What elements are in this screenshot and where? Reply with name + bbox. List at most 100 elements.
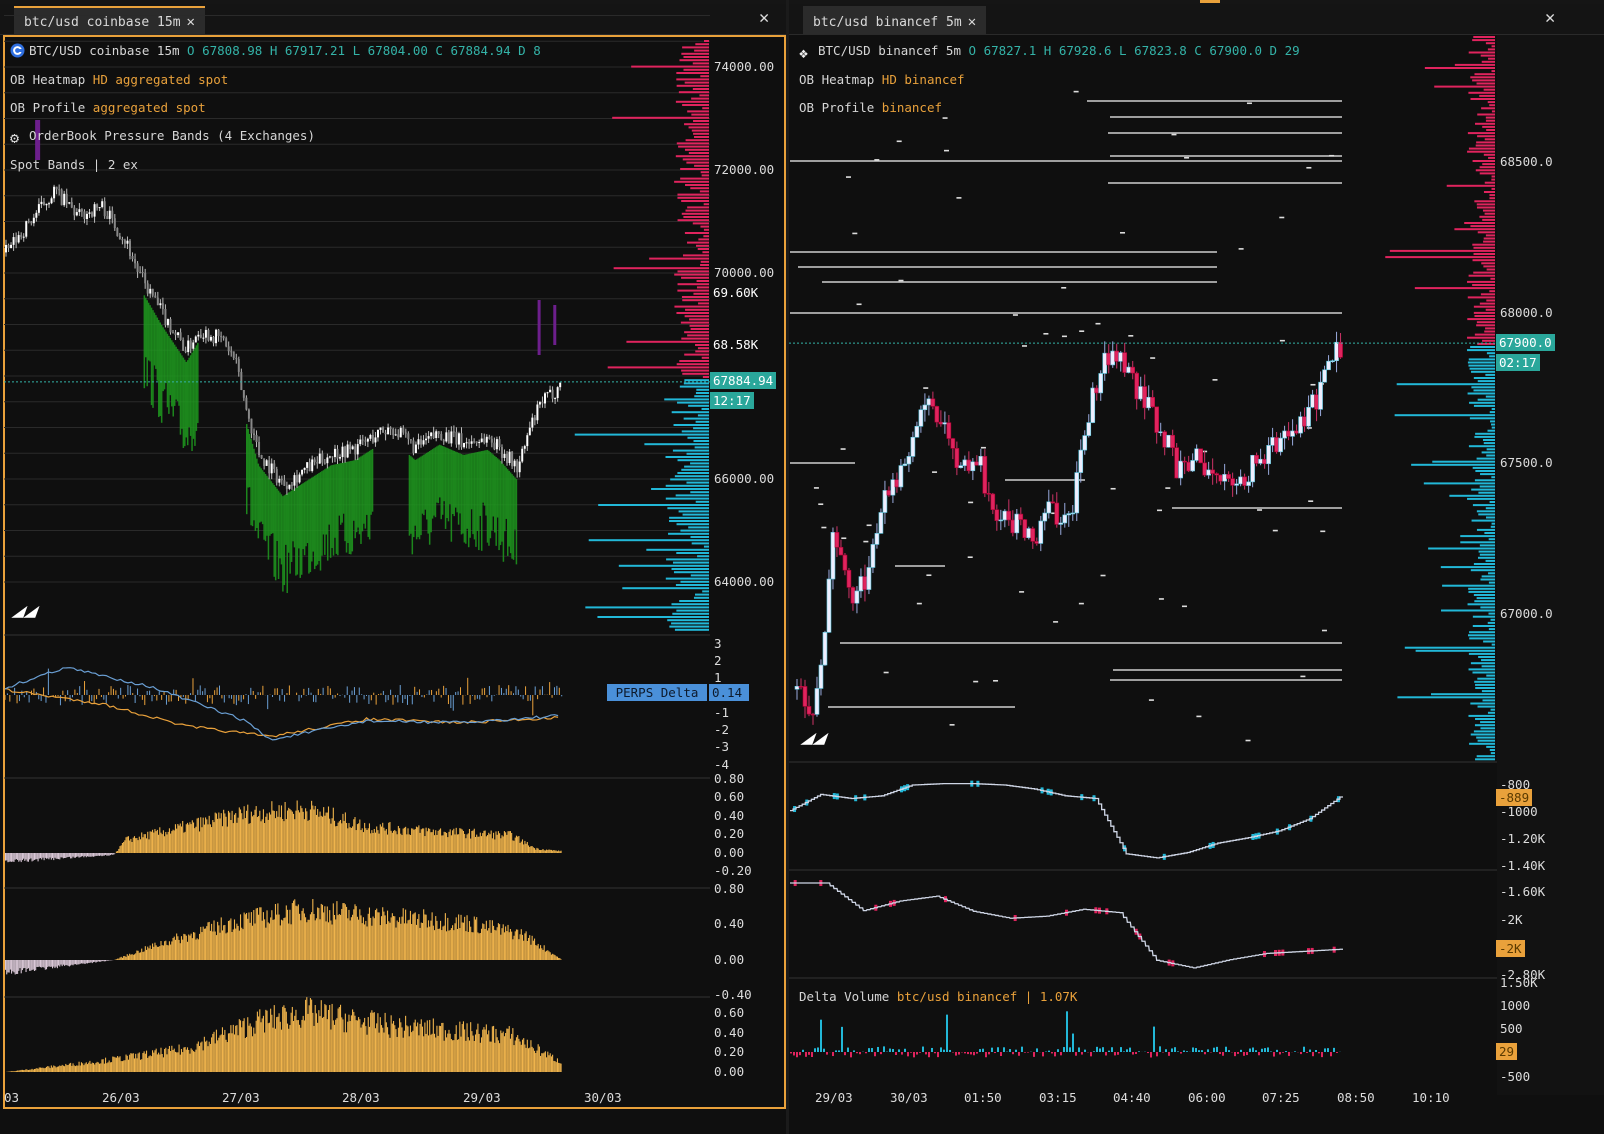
- pressure-band-bar: [504, 465, 506, 532]
- histogram-bar: [166, 834, 168, 853]
- histogram-bar: [296, 1020, 298, 1072]
- histogram-bar: [318, 1010, 320, 1072]
- histogram-bar: [558, 850, 560, 853]
- candle: [313, 459, 316, 463]
- histogram-bar: [80, 960, 83, 964]
- liquidity-dot: [973, 680, 979, 683]
- histogram-bar: [230, 1025, 232, 1072]
- orderbook-profile-bar: [1441, 609, 1495, 612]
- orderbook-profile-bar: [1491, 423, 1495, 426]
- panel-splitter[interactable]: [786, 0, 789, 1134]
- histogram-bar: [70, 960, 72, 966]
- histogram-bar: [464, 916, 466, 960]
- ob-heatmap-legend[interactable]: OB Heatmap HD aggregated spot: [10, 72, 228, 87]
- ob-heatmap-legend[interactable]: OB Heatmap HD binancef: [799, 72, 965, 87]
- histogram-bar: [264, 1032, 266, 1072]
- liquidity-dot: [874, 159, 880, 161]
- histogram-bar: [96, 853, 98, 856]
- pressure-band-bar: [312, 476, 315, 552]
- liquidity-dot: [1012, 314, 1018, 316]
- histogram-bar: [139, 1059, 142, 1072]
- orderbook-profile-bar: [694, 49, 709, 52]
- histogram-bar: [407, 828, 409, 853]
- orderbook-profile-bar: [1490, 525, 1495, 528]
- candle: [470, 441, 473, 444]
- histogram-bar: [487, 835, 489, 853]
- cvd2-marker: [1094, 907, 1098, 914]
- delta-volume-bar: [805, 1052, 807, 1057]
- histogram-bar: [191, 820, 193, 853]
- histogram-bar: [401, 916, 403, 960]
- histogram-bar: [43, 1068, 45, 1072]
- histogram-bar: [515, 1037, 518, 1072]
- pressure-band-bar: [146, 300, 148, 387]
- histogram-bar: [495, 831, 497, 853]
- candle: [296, 475, 299, 483]
- orderbook-profile-bar: [1491, 522, 1495, 525]
- candle: [1182, 460, 1187, 463]
- histogram-bar: [91, 853, 93, 857]
- histogram-bar: [393, 830, 395, 853]
- orderbook-profile-bar: [1473, 730, 1495, 733]
- candle: [242, 389, 245, 398]
- orderbook-profile-bar: [674, 305, 709, 308]
- histogram-bar: [244, 914, 246, 960]
- orderbook-profile-bar: [675, 584, 709, 586]
- pressure-band-bar: [176, 348, 179, 402]
- candle: [25, 221, 28, 237]
- ob-profile-legend[interactable]: OB Profile aggregated spot: [10, 100, 206, 115]
- histogram-bar: [196, 938, 198, 960]
- histogram-bar: [153, 1052, 155, 1072]
- orderbook-profile-bar: [681, 430, 709, 433]
- cvd2-marker: [889, 900, 892, 907]
- tab-close-icon[interactable]: ✕: [968, 14, 976, 30]
- orderbook-profile-bar: [1469, 742, 1495, 745]
- histogram-bar: [192, 822, 195, 853]
- orderbook-profile-bar: [700, 171, 709, 174]
- ob-profile-legend[interactable]: OB Profile binancef: [799, 100, 942, 115]
- pressure-band-bar: [162, 327, 164, 392]
- right-panel-close-icon[interactable]: ✕: [1545, 8, 1555, 28]
- orderbook-profile-bar: [677, 270, 709, 273]
- histogram-bar: [493, 925, 495, 960]
- histogram-bar: [203, 1036, 205, 1072]
- histogram-bar: [279, 817, 281, 853]
- tab-btc-usd-binancef[interactable]: btc/usd binancef 5m ✕: [803, 6, 987, 34]
- orderbook-profile-bar: [1485, 516, 1495, 519]
- histogram-bar: [352, 826, 354, 853]
- histogram-bar: [295, 810, 297, 853]
- candle: [511, 451, 514, 467]
- histogram-bar: [343, 820, 345, 853]
- legend-label: OB Profile: [10, 100, 86, 115]
- delta-volume-legend[interactable]: Delta Volume btc/usd binancef | 1.07K: [799, 989, 1077, 1004]
- histogram-bar: [209, 930, 211, 960]
- histogram-bar: [288, 807, 290, 853]
- liquidity-dot: [932, 471, 938, 473]
- histogram-bar: [529, 1047, 531, 1072]
- histogram-bar: [47, 1066, 49, 1072]
- histogram-bar: [127, 836, 130, 853]
- liquidity-dot: [980, 446, 986, 449]
- histogram-bar: [220, 813, 222, 853]
- pressure-band-bar: [153, 312, 156, 366]
- histogram-bar: [512, 840, 514, 853]
- histogram-bar: [472, 932, 474, 960]
- histogram-bar: [135, 838, 137, 853]
- orderbook-profile-bar: [1470, 346, 1495, 348]
- histogram-bar: [425, 827, 427, 853]
- orderbook-profile-bar: [1473, 377, 1495, 379]
- candle: [460, 433, 463, 448]
- histogram-bar: [145, 949, 148, 960]
- histogram-bar: [342, 903, 344, 960]
- pressure-bands-legend[interactable]: ⚙ OrderBook Pressure Bands (4 Exchanges): [10, 128, 315, 146]
- candle: [123, 240, 126, 244]
- pressure-band-bar: [367, 451, 369, 537]
- orderbook-profile-bar: [703, 235, 709, 238]
- ohlc-values: O 67808.98 H 67917.21 L 67804.00 C 67884…: [187, 43, 541, 58]
- candle: [174, 332, 177, 336]
- histogram-bar: [373, 1012, 375, 1072]
- histogram-bar: [264, 823, 266, 853]
- histogram-bar: [88, 960, 90, 963]
- histogram-bar: [505, 1033, 507, 1072]
- legend-value: binancef: [881, 100, 943, 115]
